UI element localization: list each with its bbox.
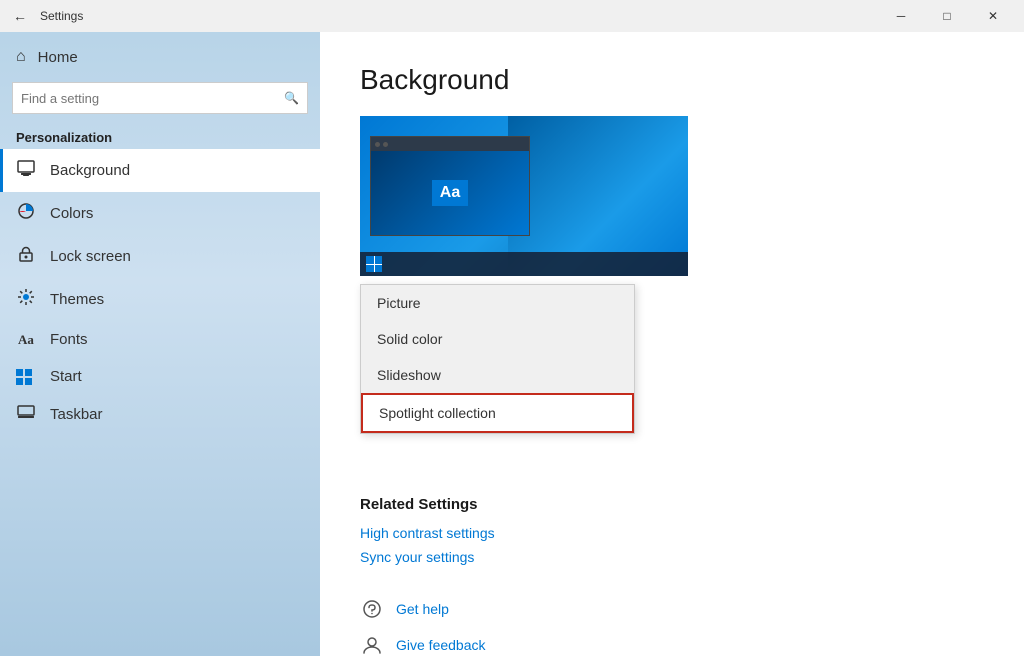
preview-window: Aa	[370, 136, 530, 236]
feedback-link[interactable]: Give feedback	[396, 637, 486, 653]
sidebar-themes-label: Themes	[50, 291, 104, 308]
taskbar-start-icon	[366, 256, 382, 272]
dropdown-menu: Picture Solid color Slideshow Spotlight …	[360, 284, 635, 434]
sidebar-lock-screen-label: Lock screen	[50, 248, 131, 265]
home-icon: ⌂	[16, 48, 26, 66]
search-icon: 🔍	[284, 91, 299, 105]
sidebar: ⌂ Home 🔍 Personalization Background	[0, 32, 320, 656]
feedback-icon	[360, 633, 384, 656]
sidebar-item-themes[interactable]: Themes	[0, 278, 320, 321]
page-title: Background	[360, 64, 984, 96]
main-layout: ⌂ Home 🔍 Personalization Background	[0, 32, 1024, 656]
sidebar-item-lock-screen[interactable]: Lock screen	[0, 235, 320, 278]
home-label: Home	[38, 49, 78, 66]
dropdown-option-solid-color[interactable]: Solid color	[361, 321, 634, 357]
close-button[interactable]: ✕	[970, 0, 1016, 32]
search-input[interactable]	[21, 91, 284, 106]
window-dot-1	[375, 142, 380, 147]
sidebar-item-taskbar[interactable]: Taskbar	[0, 395, 320, 434]
window-mock-body: Aa	[371, 151, 529, 235]
sidebar-colors-label: Colors	[50, 205, 93, 222]
back-button[interactable]: ←	[8, 4, 32, 28]
start-icon	[16, 369, 36, 385]
background-icon	[16, 159, 36, 182]
taskbar-icon	[16, 405, 36, 424]
high-contrast-link[interactable]: High contrast settings	[360, 525, 984, 541]
maximize-button[interactable]: □	[924, 0, 970, 32]
fonts-icon: Aa	[16, 332, 36, 348]
sidebar-item-background[interactable]: Background	[0, 149, 320, 192]
sidebar-section-title: Personalization	[0, 122, 320, 149]
lock-screen-icon	[16, 245, 36, 268]
dropdown-option-slideshow[interactable]: Slideshow	[361, 357, 634, 393]
feedback-item[interactable]: Give feedback	[360, 633, 984, 656]
colors-icon	[16, 202, 36, 225]
taskbar-mock	[360, 252, 688, 276]
related-settings: Related Settings High contrast settings …	[360, 496, 984, 565]
sidebar-item-home[interactable]: ⌂ Home	[0, 36, 320, 78]
sidebar-start-label: Start	[50, 368, 82, 385]
related-settings-title: Related Settings	[360, 496, 984, 513]
sidebar-item-colors[interactable]: Colors	[0, 192, 320, 235]
sidebar-search[interactable]: 🔍	[12, 82, 308, 114]
sync-settings-link[interactable]: Sync your settings	[360, 549, 984, 565]
titlebar: ← Settings ─ □ ✕	[0, 0, 1024, 32]
sidebar-item-start[interactable]: Start	[0, 358, 320, 395]
aa-text: Aa	[432, 180, 468, 206]
background-preview: Aa	[360, 116, 688, 276]
get-help-link[interactable]: Get help	[396, 601, 449, 617]
dropdown-option-picture[interactable]: Picture	[361, 285, 634, 321]
themes-icon	[16, 288, 36, 311]
sidebar-taskbar-label: Taskbar	[50, 406, 103, 423]
window-dot-2	[383, 142, 388, 147]
window-mock-titlebar	[371, 137, 529, 151]
help-section: Get help Give feedback	[360, 597, 984, 656]
content-area: Background Aa Picture	[320, 32, 1024, 656]
sidebar-background-label: Background	[50, 162, 130, 179]
sidebar-fonts-label: Fonts	[50, 331, 88, 348]
titlebar-title: Settings	[40, 9, 878, 23]
get-help-item[interactable]: Get help	[360, 597, 984, 621]
sidebar-item-fonts[interactable]: Aa Fonts	[0, 321, 320, 358]
window-controls: ─ □ ✕	[878, 0, 1016, 32]
minimize-button[interactable]: ─	[878, 0, 924, 32]
get-help-icon	[360, 597, 384, 621]
dropdown-option-spotlight[interactable]: Spotlight collection	[361, 393, 634, 433]
